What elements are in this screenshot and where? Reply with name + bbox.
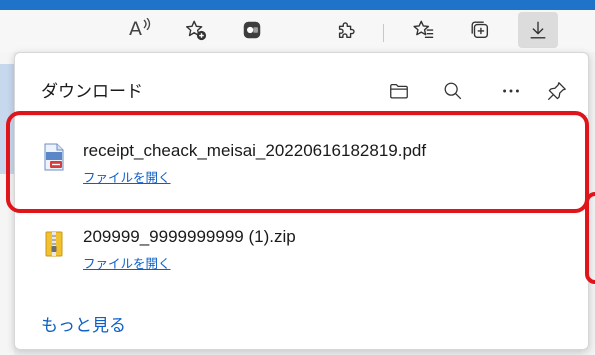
downloads-button[interactable] — [518, 12, 558, 48]
more-icon — [503, 89, 519, 93]
annotation-side-marker — [585, 192, 595, 284]
see-more-link[interactable]: もっと見る — [41, 311, 126, 336]
extension-app-button[interactable] — [232, 12, 272, 48]
add-favorite-icon — [185, 20, 207, 41]
downloads-panel: ダウンロード receipt_cheack_meisai_20220616182… — [14, 52, 589, 350]
favorites-icon — [413, 20, 434, 39]
extensions-icon — [338, 22, 355, 39]
collections-button[interactable] — [460, 12, 500, 48]
downloads-panel-title: ダウンロード — [41, 82, 143, 102]
download-item[interactable]: receipt_cheack_meisai_20220616182819.pdf… — [15, 123, 588, 201]
read-aloud-button[interactable]: A — [122, 12, 162, 48]
read-aloud-icon: A — [129, 18, 155, 42]
collections-icon — [471, 21, 489, 39]
search-icon — [444, 82, 462, 100]
pin-panel-button[interactable] — [541, 75, 573, 107]
page-left-edge — [0, 52, 14, 355]
more-options-button[interactable] — [495, 75, 527, 107]
screenshot-stage: A ダウンロード receipt_cheack_meisai_202206161… — [0, 0, 595, 355]
toolbar-separator — [383, 24, 384, 42]
page-left-blue-block — [0, 64, 14, 174]
open-file-link[interactable]: ファイルを開く — [83, 167, 171, 186]
download-filename: receipt_cheack_meisai_20220616182819.pdf — [83, 141, 427, 160]
zip-file-icon — [45, 231, 63, 257]
search-downloads-button[interactable] — [437, 75, 469, 107]
favorites-button[interactable] — [404, 12, 444, 48]
extensions-button[interactable] — [326, 12, 366, 48]
downloads-panel-header: ダウンロード — [15, 53, 588, 113]
open-downloads-folder-button[interactable] — [383, 75, 415, 107]
pin-icon — [547, 82, 566, 101]
download-icon — [530, 21, 546, 39]
open-file-link[interactable]: ファイルを開く — [83, 253, 171, 272]
pdf-file-icon — [44, 143, 64, 171]
add-favorite-button[interactable] — [176, 12, 216, 48]
extension-app-icon — [243, 21, 261, 39]
folder-icon — [390, 83, 408, 99]
window-accent-band — [0, 0, 595, 10]
browser-toolbar: A — [0, 10, 595, 52]
download-item[interactable]: 209999_9999999999 (1).zip ファイルを開く — [15, 209, 588, 287]
panel-header-divider — [15, 115, 588, 116]
download-filename: 209999_9999999999 (1).zip — [83, 227, 296, 246]
